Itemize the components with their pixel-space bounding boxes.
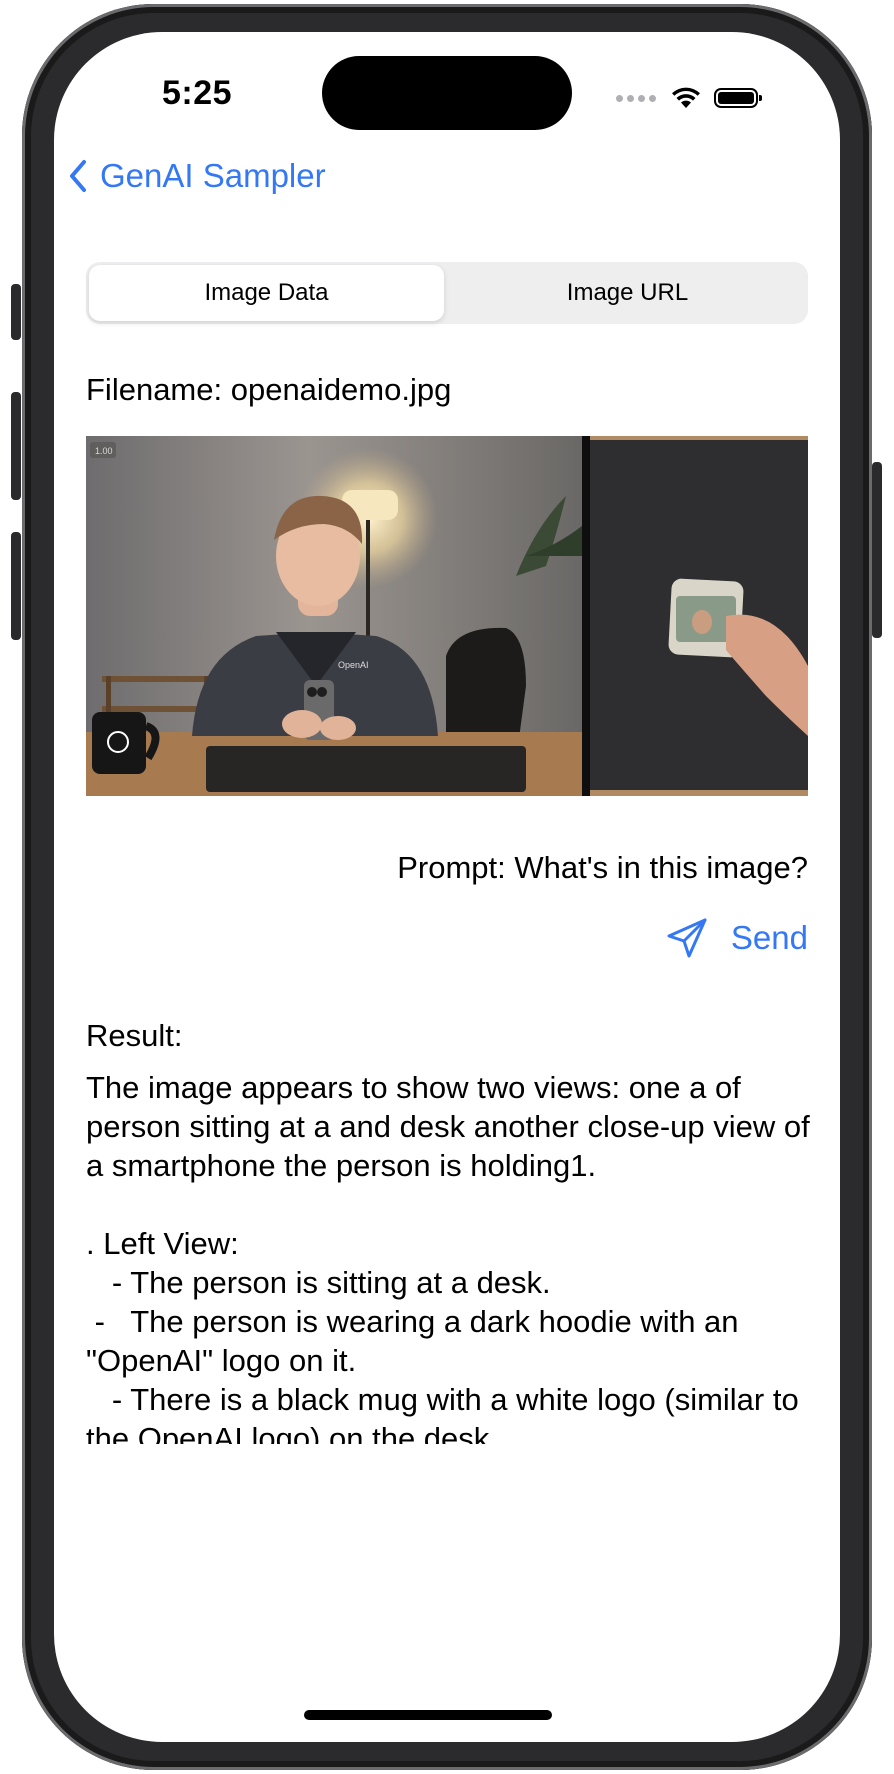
result-heading: Result:: [86, 1018, 183, 1053]
signal-dots-icon: [616, 94, 656, 102]
action-button: [11, 284, 21, 340]
send-button-label: Send: [730, 919, 808, 956]
svg-text:OpenAI: OpenAI: [338, 660, 369, 670]
app-screen: 5:25 GenAI Sampler Image Data Image URL …: [54, 32, 840, 1742]
filename-label: Filename: openaidemo.jpg: [86, 372, 452, 407]
image-overlay-label: 1.00: [95, 446, 113, 456]
back-button[interactable]: GenAI Sampler: [68, 150, 326, 202]
segment-image-url[interactable]: Image URL: [450, 265, 805, 321]
status-bar: 5:25: [54, 32, 840, 152]
result-text: The image appears to show two views: one…: [86, 1070, 810, 1444]
segment-image-data[interactable]: Image Data: [89, 265, 444, 321]
volume-down-button: [11, 532, 21, 640]
status-icons: [616, 82, 762, 114]
paper-plane-icon: [667, 918, 707, 958]
back-button-label: GenAI Sampler: [100, 157, 326, 194]
dynamic-island: [322, 56, 572, 130]
home-indicator[interactable]: [304, 1710, 552, 1720]
volume-up-button: [11, 392, 21, 500]
prompt-label: Prompt: What's in this image?: [397, 850, 808, 885]
image-source-segmented-control: Image Data Image URL: [86, 262, 808, 324]
power-button: [872, 462, 882, 638]
battery-icon: [714, 88, 762, 108]
preview-image: OpenAI 1.00: [86, 436, 808, 796]
status-time: 5:25: [162, 74, 233, 112]
chevron-left-icon: [70, 160, 86, 192]
wifi-icon: [672, 87, 700, 108]
send-button[interactable]: Send: [665, 916, 808, 960]
